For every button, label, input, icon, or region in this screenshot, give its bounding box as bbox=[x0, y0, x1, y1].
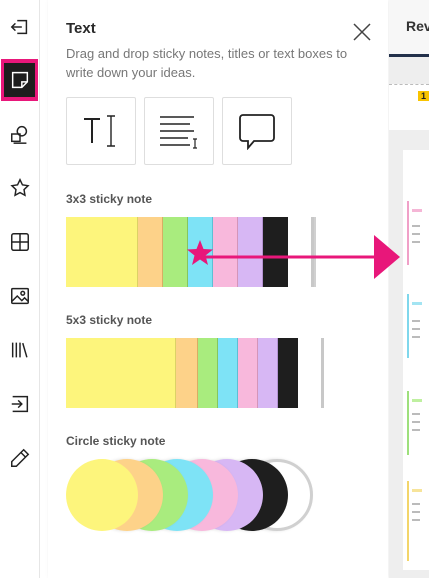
close-icon bbox=[353, 23, 371, 41]
pencil-tool-button[interactable] bbox=[0, 438, 40, 478]
shapes-tool-button[interactable] bbox=[0, 114, 40, 154]
sticky-3x3-cyan[interactable] bbox=[188, 217, 213, 287]
card-line bbox=[412, 328, 420, 330]
image-icon bbox=[11, 287, 29, 305]
shapes-icon bbox=[11, 125, 28, 144]
grid-icon bbox=[11, 233, 29, 251]
sticky-5x3-yellow[interactable] bbox=[66, 338, 176, 408]
card-line bbox=[412, 225, 420, 227]
library-tool-button[interactable] bbox=[0, 330, 40, 370]
sticky-3x3-white[interactable] bbox=[288, 217, 314, 287]
pencil-icon bbox=[11, 448, 30, 467]
add-paragraph-button[interactable] bbox=[144, 97, 214, 165]
sticky-5x3-green[interactable] bbox=[198, 338, 218, 408]
sticky-3x3-green[interactable] bbox=[163, 217, 188, 287]
document-card bbox=[407, 294, 429, 358]
sticky-5x3-label: 5x3 sticky note bbox=[66, 313, 153, 327]
grid-tool-button[interactable] bbox=[0, 222, 40, 262]
card-tag bbox=[412, 399, 422, 402]
star-tool-button[interactable] bbox=[0, 168, 40, 208]
sticky-5x3-black[interactable] bbox=[278, 338, 298, 408]
star-icon bbox=[10, 178, 30, 197]
circle-sticky-label: Circle sticky note bbox=[66, 434, 166, 448]
sticky-5x3-colors[interactable] bbox=[66, 338, 324, 408]
sticky-3x3-black[interactable] bbox=[263, 217, 288, 287]
sticky-3x3-label: 3x3 sticky note bbox=[66, 192, 153, 206]
sticky-3x3-yellow[interactable] bbox=[66, 217, 138, 287]
card-line bbox=[412, 429, 420, 431]
text-title-icon bbox=[84, 115, 115, 147]
card-tag bbox=[412, 302, 422, 305]
document-badge: 1 bbox=[418, 91, 429, 101]
card-line bbox=[412, 503, 420, 505]
sticky-3x3-pink[interactable] bbox=[213, 217, 238, 287]
document-card bbox=[407, 201, 429, 265]
exit-panel-button[interactable] bbox=[0, 7, 40, 47]
sticky-5x3-cyan[interactable] bbox=[218, 338, 238, 408]
document-canvas[interactable]: Rev 1 bbox=[389, 0, 429, 578]
card-line bbox=[412, 336, 420, 338]
text-callout-icon bbox=[239, 114, 275, 150]
sticky-3x3-colors[interactable] bbox=[66, 217, 316, 287]
add-title-button[interactable] bbox=[66, 97, 136, 165]
image-tool-button[interactable] bbox=[0, 276, 40, 316]
circle-sticky-yellow[interactable] bbox=[66, 459, 138, 531]
tool-rail bbox=[0, 0, 40, 578]
panel-description: Drag and drop sticky notes, titles or te… bbox=[66, 46, 348, 80]
sticky-5x3-purple[interactable] bbox=[258, 338, 278, 408]
add-callout-button[interactable] bbox=[222, 97, 292, 165]
text-panel: Text Drag and drop sticky notes, titles … bbox=[48, 0, 388, 578]
card-line bbox=[412, 511, 420, 513]
sticky-3x3-orange[interactable] bbox=[138, 217, 163, 287]
sticky-note-icon bbox=[11, 71, 28, 89]
document-card bbox=[407, 481, 429, 561]
card-line bbox=[412, 413, 420, 415]
close-button[interactable] bbox=[351, 21, 373, 43]
exit-panel-icon bbox=[10, 19, 28, 35]
sticky-note-tool-button[interactable] bbox=[1, 59, 38, 101]
panel-title: Text bbox=[66, 20, 96, 37]
sticky-5x3-orange[interactable] bbox=[176, 338, 198, 408]
card-tag bbox=[412, 209, 422, 212]
document-header: Rev bbox=[389, 0, 429, 57]
import-tool-button[interactable] bbox=[0, 384, 40, 424]
sticky-5x3-pink[interactable] bbox=[238, 338, 258, 408]
sticky-3x3-purple[interactable] bbox=[238, 217, 263, 287]
document-banner: 1 bbox=[389, 84, 429, 130]
document-title: Rev bbox=[406, 18, 429, 34]
card-line bbox=[412, 233, 420, 235]
import-icon bbox=[11, 395, 29, 413]
card-line bbox=[412, 320, 420, 322]
card-tag bbox=[412, 489, 422, 492]
library-icon bbox=[11, 342, 28, 358]
card-line bbox=[412, 421, 420, 423]
card-line bbox=[412, 519, 420, 521]
sticky-5x3-white[interactable] bbox=[298, 338, 324, 408]
document-card bbox=[407, 391, 429, 455]
card-line bbox=[412, 241, 420, 243]
text-paragraph-icon bbox=[160, 116, 197, 149]
